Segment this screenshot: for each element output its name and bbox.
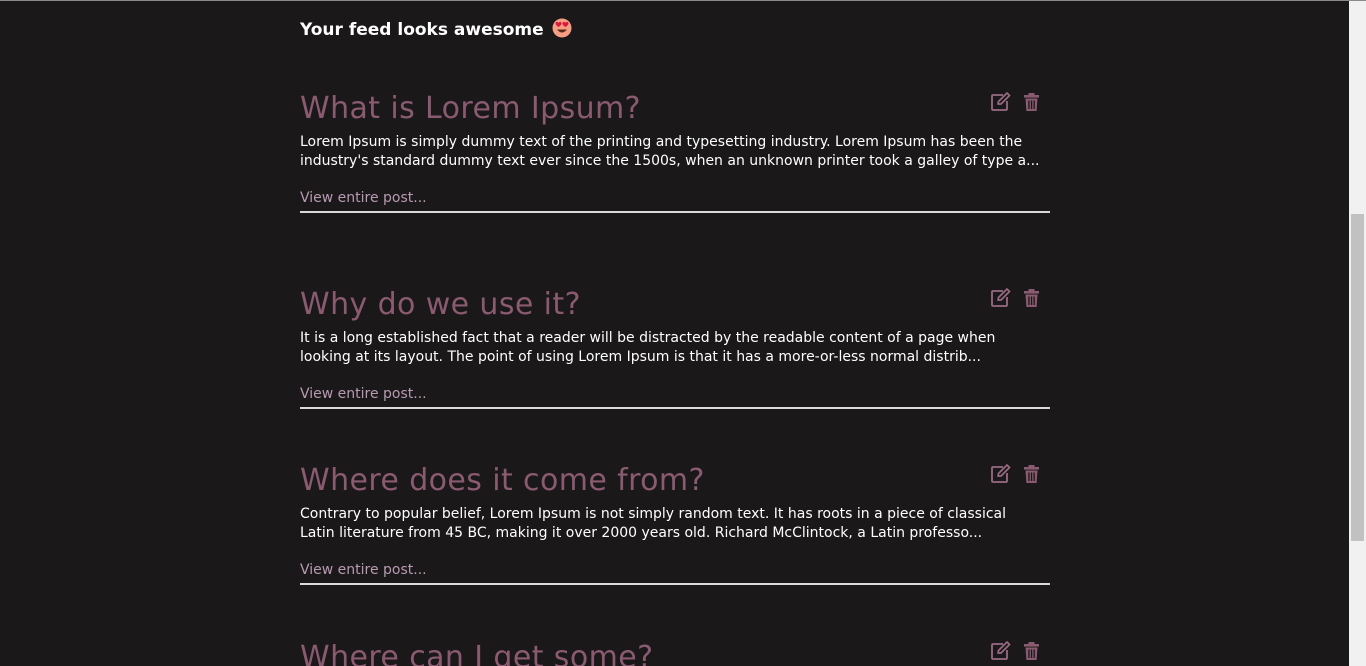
post-excerpt: It is a long established fact that a rea… (300, 330, 996, 365)
post-title: Where does it come from? (300, 463, 705, 498)
trash-icon[interactable] (1023, 464, 1040, 484)
post-excerpt: Lorem Ipsum is simply dummy text of the … (300, 134, 1040, 169)
post-card: Why do we use it? It is a long establish… (300, 286, 1050, 409)
feed-heading-text: Your feed looks awesome (300, 20, 544, 40)
edit-icon[interactable] (990, 464, 1012, 484)
post-title: Why do we use it? (300, 287, 581, 322)
scrollbar-thumb[interactable] (1351, 214, 1364, 541)
trash-icon[interactable] (1023, 641, 1040, 661)
view-entire-post-link[interactable]: View entire post... (300, 189, 1050, 211)
vertical-scrollbar[interactable] (1349, 1, 1366, 666)
post-excerpt: Contrary to popular belief, Lorem Ipsum … (300, 506, 1007, 541)
post-actions (990, 464, 1050, 486)
post-title: Where can I get some? (300, 640, 654, 666)
heart-eyes-emoji-icon (552, 18, 572, 38)
post-actions (990, 288, 1050, 310)
post-actions (990, 641, 1050, 663)
feed-heading: Your feed looks awesome (300, 18, 572, 42)
edit-icon[interactable] (990, 92, 1012, 112)
view-entire-post-link[interactable]: View entire post... (300, 561, 1050, 583)
post-card: Where can I get some? (300, 639, 1050, 666)
feed-viewport: Your feed looks awesome What is Lorem Ip… (0, 1, 1349, 666)
edit-icon[interactable] (990, 288, 1012, 308)
trash-icon[interactable] (1023, 288, 1040, 308)
post-card: Where does it come from? Contrary to pop… (300, 462, 1050, 585)
post-title: What is Lorem Ipsum? (300, 91, 641, 126)
post-actions (990, 92, 1050, 114)
edit-icon[interactable] (990, 641, 1012, 661)
post-card: What is Lorem Ipsum? Lorem Ipsum is simp… (300, 90, 1050, 213)
view-entire-post-link[interactable]: View entire post... (300, 385, 1050, 407)
trash-icon[interactable] (1023, 92, 1040, 112)
